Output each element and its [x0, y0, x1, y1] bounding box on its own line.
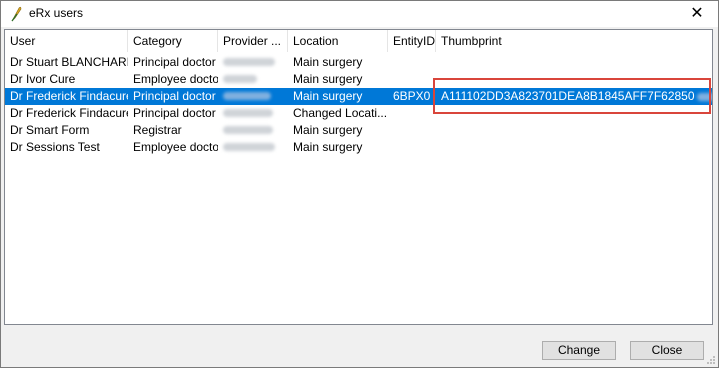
- cell-thumbprint: [436, 105, 712, 122]
- close-window-icon[interactable]: ✕: [682, 3, 712, 25]
- cell-user: Dr Ivor Cure: [10, 72, 76, 86]
- cell-provider-redacted: [218, 54, 288, 71]
- cell-provider-redacted: [218, 122, 288, 139]
- cell-category: Principal doctor: [133, 89, 216, 103]
- cell-user: Dr Stuart BLANCHARD: [10, 55, 128, 69]
- change-button[interactable]: Change: [542, 341, 616, 360]
- column-header-category[interactable]: Category: [128, 30, 218, 52]
- cell-user: Dr Frederick Findacure: [10, 106, 128, 120]
- cell-location: Changed Locati...: [293, 106, 388, 120]
- cell-category: Employee doctor: [133, 140, 218, 154]
- table-row-selected[interactable]: Dr Frederick Findacure Principal doctor …: [5, 88, 712, 105]
- column-header-entityid[interactable]: EntityID: [388, 30, 436, 52]
- cell-thumbprint: [436, 54, 712, 71]
- cell-location: Main surgery: [293, 140, 363, 154]
- cell-provider-redacted: [218, 71, 288, 88]
- cell-category: Principal doctor: [133, 106, 216, 120]
- cell-user: Dr Smart Form: [10, 123, 90, 137]
- cell-category: Registrar: [133, 123, 182, 137]
- cell-entityid: [388, 105, 436, 122]
- cell-location: Main surgery: [293, 55, 363, 69]
- list-header: User Category Provider ... Location Enti…: [5, 30, 712, 52]
- feather-icon: [11, 6, 22, 22]
- window-title: eRx users: [29, 6, 84, 20]
- cell-entityid: [388, 139, 436, 156]
- cell-provider-redacted: [218, 139, 288, 156]
- table-row[interactable]: Dr Ivor Cure Employee doctor Main surger…: [5, 71, 712, 88]
- table-row[interactable]: Dr Frederick Findacure Principal doctor …: [5, 105, 712, 122]
- cell-thumbprint: [436, 122, 712, 139]
- cell-entityid: [388, 122, 436, 139]
- cell-category: Employee doctor: [133, 72, 218, 86]
- cell-location: Main surgery: [293, 123, 363, 137]
- cell-user: Dr Frederick Findacure: [10, 89, 128, 103]
- cell-thumbprint: [436, 139, 712, 156]
- column-header-provider[interactable]: Provider ...: [218, 30, 288, 52]
- cell-thumbprint: [436, 71, 712, 88]
- column-header-user[interactable]: User: [5, 30, 128, 52]
- cell-entityid: [388, 71, 436, 88]
- cell-provider-redacted: [218, 88, 288, 105]
- cell-category: Principal doctor: [133, 55, 216, 69]
- cell-location: Main surgery: [293, 89, 363, 103]
- column-header-location[interactable]: Location: [288, 30, 388, 52]
- cell-location: Main surgery: [293, 72, 363, 86]
- resize-grip-icon[interactable]: [706, 355, 716, 365]
- table-row[interactable]: Dr Sessions Test Employee doctor Main su…: [5, 139, 712, 156]
- close-button[interactable]: Close: [630, 341, 704, 360]
- table-row[interactable]: Dr Stuart BLANCHARD Principal doctor Mai…: [5, 54, 712, 71]
- erx-users-window: eRx users ✕ User Category Provider ... L…: [0, 0, 719, 368]
- cell-user: Dr Sessions Test: [10, 140, 100, 154]
- thumbprint-redacted: [696, 92, 712, 101]
- users-list[interactable]: User Category Provider ... Location Enti…: [4, 29, 713, 325]
- cell-entityid: [388, 54, 436, 71]
- cell-entityid: 6BPX0: [393, 89, 431, 103]
- table-row[interactable]: Dr Smart Form Registrar Main surgery: [5, 122, 712, 139]
- cell-thumbprint: A111102DD3A823701DEA8B1845AFF7F62850: [436, 88, 712, 105]
- thumbprint-text: A111102DD3A823701DEA8B1845AFF7F62850: [441, 89, 695, 103]
- title-bar: eRx users ✕: [1, 1, 718, 27]
- column-header-thumbprint[interactable]: Thumbprint: [436, 30, 712, 52]
- cell-provider-redacted: [218, 105, 288, 122]
